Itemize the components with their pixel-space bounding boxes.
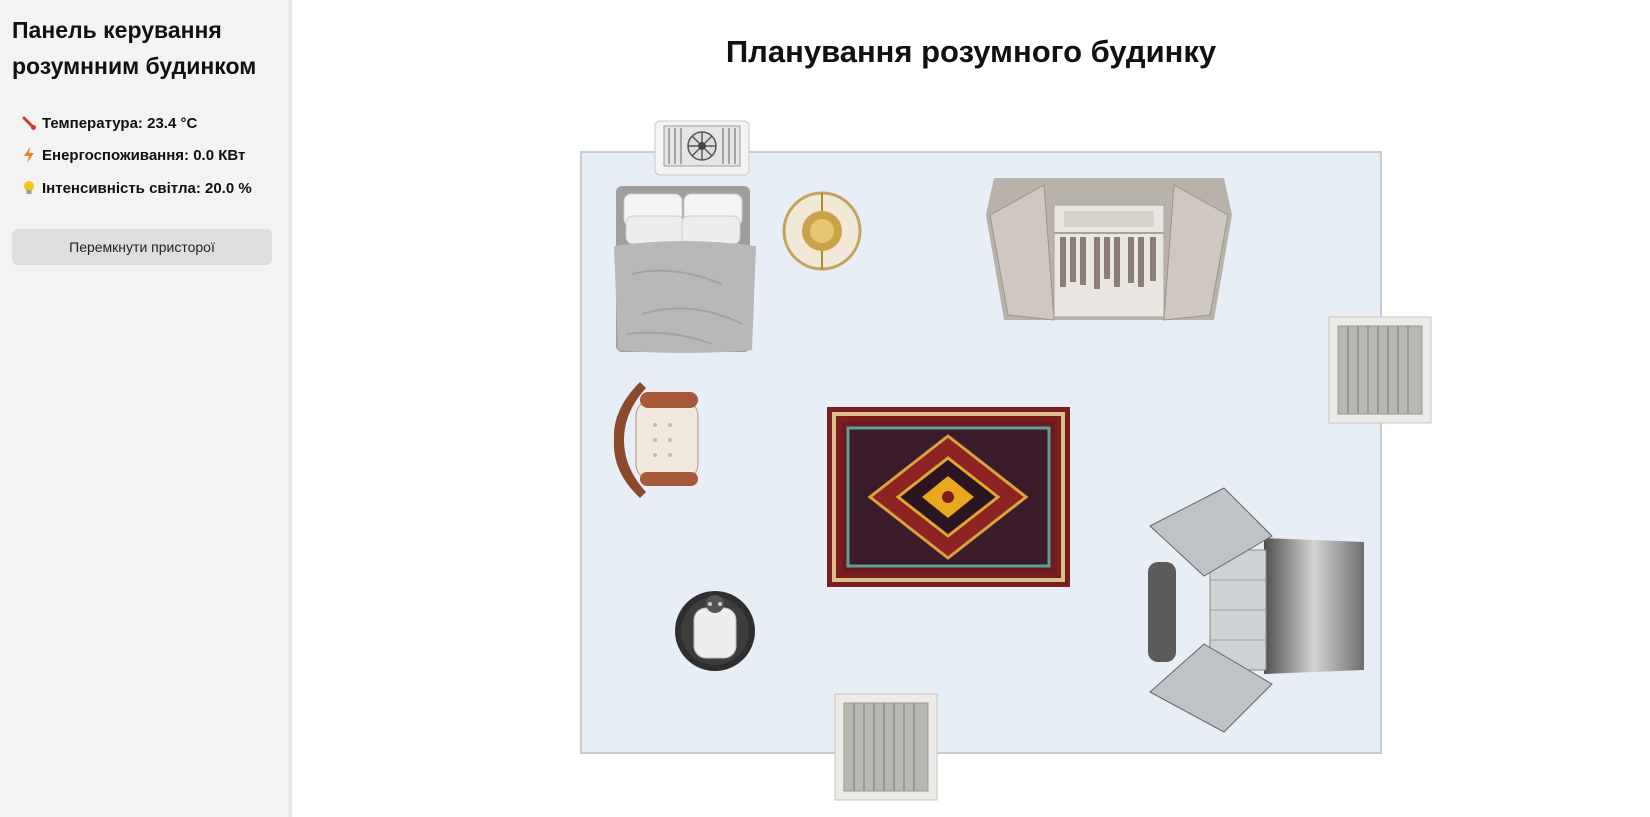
- armchair: [610, 380, 702, 505]
- robot-vacuum[interactable]: [672, 586, 758, 677]
- lightning-icon: [20, 147, 38, 163]
- thermometer-icon: [20, 115, 38, 131]
- robot-vacuum-icon: [675, 591, 755, 671]
- air-conditioner-icon: [654, 120, 750, 176]
- toggle-devices-button[interactable]: Перемкнути присторої: [12, 229, 272, 265]
- wardrobe: [984, 175, 1234, 328]
- carpet-icon: [827, 407, 1070, 587]
- temperature-label: Температура: 23.4 °C: [42, 114, 198, 132]
- bed-icon: [614, 186, 756, 353]
- bed: [612, 184, 758, 361]
- air-conditioner[interactable]: [654, 120, 750, 181]
- lamp-icon: [782, 191, 862, 271]
- light-label: Інтенсивність світла: 20.0 %: [42, 179, 252, 197]
- window-bottom[interactable]: [834, 693, 938, 806]
- page-title: Планування розумного будинку: [725, 34, 1217, 69]
- floor-lamp[interactable]: [782, 190, 862, 277]
- fridge-icon: [1148, 487, 1364, 733]
- fridge[interactable]: [1144, 486, 1366, 739]
- sidebar-title: Панель керування розумнним будинком: [12, 17, 257, 79]
- carpet: [826, 406, 1071, 593]
- lightbulb-icon: [20, 180, 38, 196]
- window-blinds-icon: [1328, 316, 1432, 424]
- light-metric: Інтенсивність світла: 20.0 %: [20, 177, 252, 199]
- window-right[interactable]: [1328, 316, 1432, 429]
- window-blinds-icon: [834, 693, 938, 801]
- sidebar: Панель керування розумнним будинком Темп…: [0, 0, 292, 817]
- armchair-icon: [613, 382, 699, 498]
- temperature-metric: Температура: 23.4 °C: [20, 112, 197, 134]
- energy-metric: Енергоспоживання: 0.0 КВт: [20, 144, 245, 166]
- wardrobe-icon: [986, 178, 1232, 321]
- energy-label: Енергоспоживання: 0.0 КВт: [42, 146, 246, 164]
